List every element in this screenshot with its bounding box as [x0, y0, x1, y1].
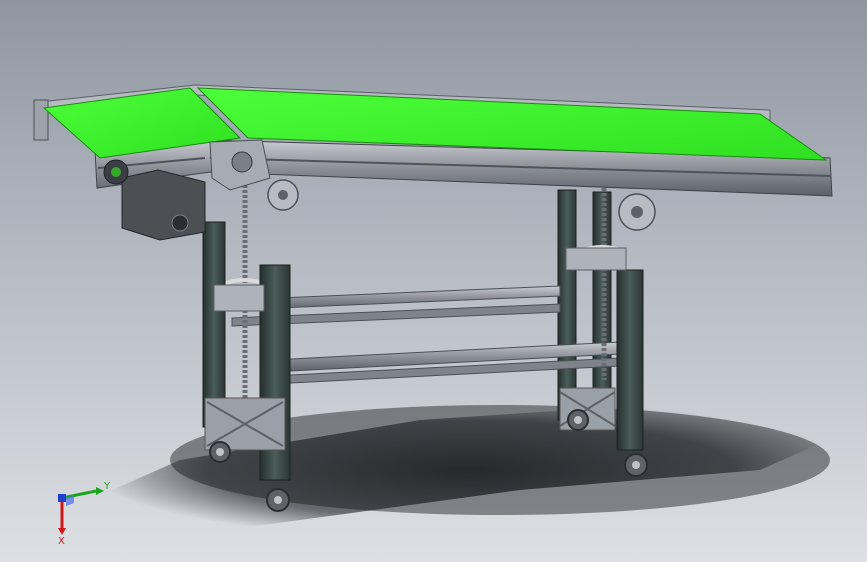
z-axis-cube [58, 494, 66, 502]
hinge-plate [209, 139, 271, 191]
conveyor-model[interactable] [0, 0, 867, 562]
y-axis-line [61, 489, 97, 500]
cad-viewport[interactable]: Y X [0, 0, 867, 562]
pulley-rear [618, 193, 656, 231]
y-axis-arrow [96, 487, 104, 495]
x-axis-arrow [58, 528, 66, 535]
coordinate-triad: Y X [58, 481, 111, 547]
y-axis-label: Y [103, 481, 111, 492]
x-axis-label: X [58, 536, 65, 547]
pulley-front [267, 179, 299, 211]
